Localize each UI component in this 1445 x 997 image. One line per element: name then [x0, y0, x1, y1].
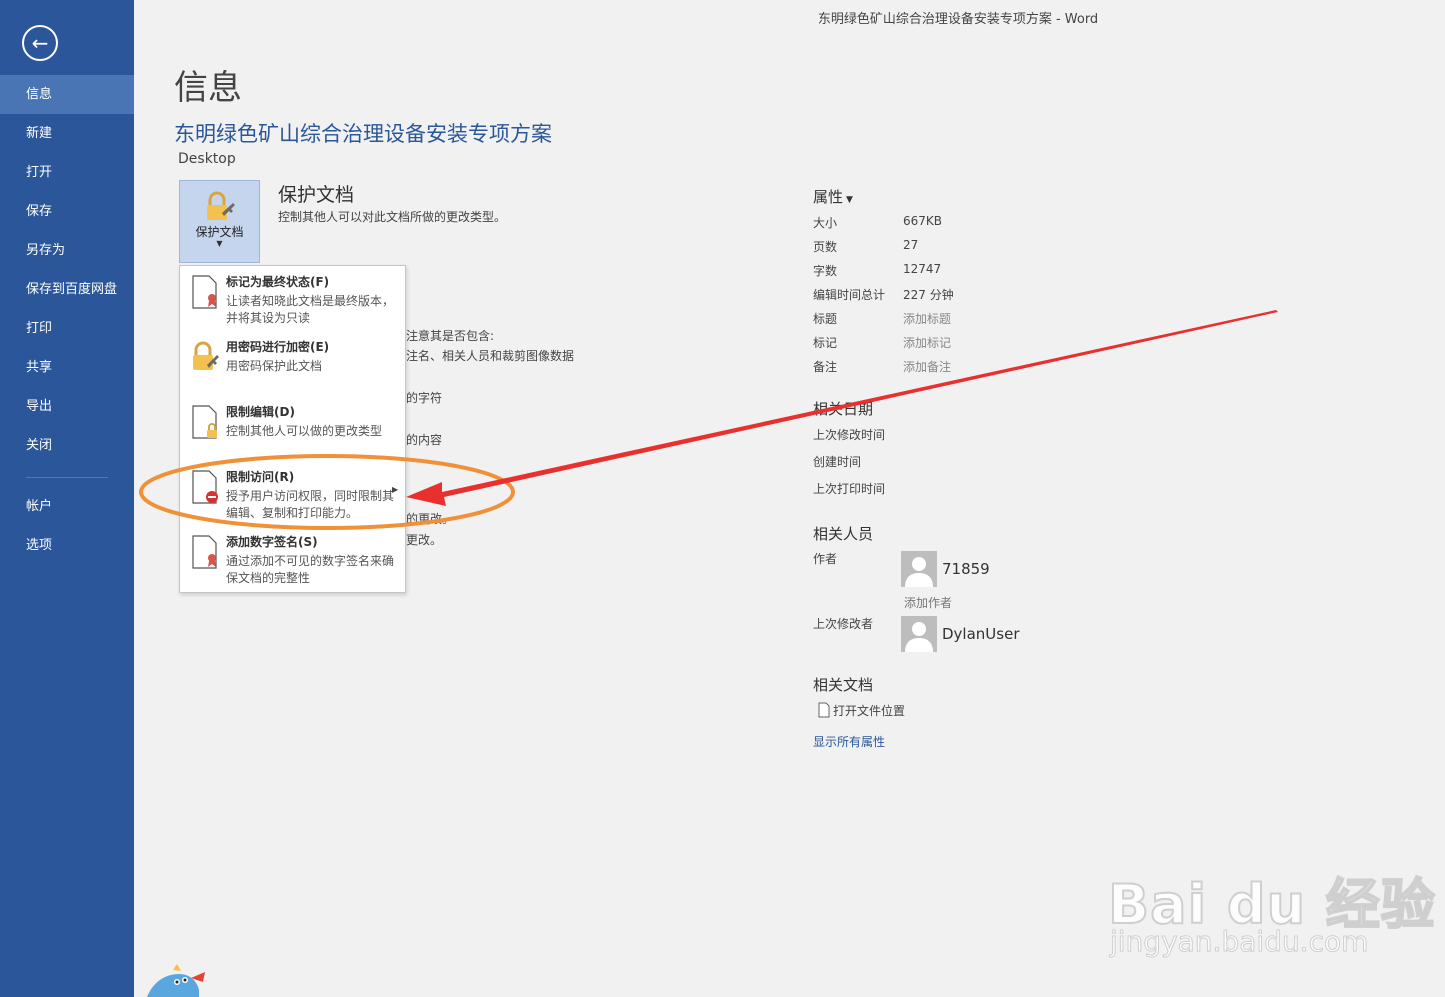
menu-item-mark-final[interactable]: 标记为最终状态(F) 让读者知晓此文档是最终版本，并将其设为只读 — [180, 266, 405, 330]
menu-description: 控制其他人可以做的更改类型 — [226, 424, 383, 438]
prop-value-words: 12747 — [903, 262, 942, 276]
menu-description: 用密码保护此文档 — [226, 359, 323, 373]
prop-value-size: 667KB — [903, 214, 943, 228]
add-author-link[interactable]: 添加作者 — [904, 594, 952, 611]
author-label: 作者 — [813, 552, 838, 566]
inspect-text-2: 注名、相关人员和裁剪图像数据 — [406, 349, 575, 363]
related-dates-header: 相关日期 — [813, 400, 874, 418]
created-label: 创建时间 — [813, 455, 862, 469]
inspect-text-1: 注意其是否包含: — [406, 329, 495, 343]
lock-key-icon — [193, 341, 219, 370]
modifier-name[interactable]: DylanUser — [942, 625, 1019, 643]
prop-comments-field[interactable]: 添加备注 — [903, 358, 951, 375]
menu-title: 标记为最终状态(F) — [226, 275, 330, 289]
doc-restrict-icon — [192, 470, 218, 504]
menu-title: 限制编辑(D) — [226, 405, 295, 419]
nav-item-save-baidu[interactable]: 保存到百度网盘 — [0, 270, 134, 309]
nav-item-options[interactable]: 选项 — [0, 526, 134, 565]
protect-document-menu: 标记为最终状态(F) 让读者知晓此文档是最终版本，并将其设为只读 用密码进行加密… — [179, 265, 406, 593]
author-avatar[interactable] — [901, 551, 937, 587]
sidebar-divider — [26, 477, 108, 478]
submenu-arrow-icon: ▶ — [392, 485, 399, 494]
menu-description: 让读者知晓此文档是最终版本，并将其设为只读 — [226, 294, 395, 325]
menu-item-restrict-access[interactable]: 限制访问(R) 授予用户访问权限，同时限制其编辑、复制和打印能力。 ▶ — [180, 461, 405, 525]
nav-item-export[interactable]: 导出 — [0, 387, 134, 426]
final-doc-icon — [192, 275, 217, 309]
prop-label-comments: 备注 — [813, 360, 838, 374]
nav-item-save[interactable]: 保存 — [0, 192, 134, 231]
prop-value-edit-time: 227 分钟 — [903, 288, 954, 302]
modifier-avatar[interactable] — [901, 616, 937, 652]
inspect-text-6: 更改。 — [406, 533, 443, 547]
open-file-location-label: 打开文件位置 — [833, 704, 906, 718]
protect-document-button[interactable]: 保护文档 ▼ — [179, 180, 260, 263]
nav-item-info[interactable]: 信息 — [0, 75, 134, 114]
doc-signature-icon — [192, 535, 217, 569]
nav-item-close[interactable]: 关闭 — [0, 426, 134, 465]
prop-label-tags: 标记 — [813, 336, 838, 350]
prop-label-title: 标题 — [813, 312, 838, 326]
nav-item-print[interactable]: 打印 — [0, 309, 134, 348]
properties-header[interactable]: 属性 ▼ — [813, 186, 853, 207]
menu-description: 授予用户访问权限，同时限制其编辑、复制和打印能力。 — [226, 489, 395, 520]
inspect-text-3: 的字符 — [406, 391, 443, 405]
person-icon — [905, 622, 933, 652]
author-name[interactable]: 71859 — [942, 560, 990, 578]
menu-item-digital-signature[interactable]: 添加数字签名(S) 通过添加不可见的数字签名来确保文档的完整性 — [180, 526, 405, 590]
last-modified-by-label: 上次修改者 — [813, 617, 874, 631]
show-all-properties-link[interactable]: 显示所有属性 — [813, 733, 885, 750]
menu-title: 添加数字签名(S) — [226, 535, 318, 549]
prop-tags-field[interactable]: 添加标记 — [903, 334, 951, 351]
document-location: Desktop — [178, 151, 236, 167]
open-file-location-link[interactable]: 打开文件位置 — [818, 702, 905, 719]
prop-label-edit-time: 编辑时间总计 — [813, 288, 886, 302]
menu-description: 通过添加不可见的数字签名来确保文档的完整性 — [226, 554, 395, 585]
page-title: 信息 — [174, 68, 242, 108]
inspect-text-4: 的内容 — [406, 433, 443, 447]
prop-value-pages: 27 — [903, 238, 919, 252]
prop-title-field[interactable]: 添加标题 — [903, 310, 951, 327]
prop-label-size: 大小 — [813, 216, 838, 230]
menu-title: 限制访问(R) — [226, 470, 295, 484]
properties-header-label: 属性 — [813, 188, 844, 206]
related-people-header: 相关人员 — [813, 525, 874, 543]
protect-document-label: 保护文档 — [195, 225, 244, 239]
doc-lock-icon — [192, 405, 217, 439]
chevron-down-icon: ▼ — [846, 195, 853, 205]
nav-item-save-as[interactable]: 另存为 — [0, 231, 134, 270]
last-printed-label: 上次打印时间 — [813, 482, 886, 496]
related-documents-header: 相关文档 — [813, 676, 874, 694]
last-modified-label: 上次修改时间 — [813, 428, 886, 442]
inspect-text-5: 的更改。 — [406, 512, 455, 526]
document-icon — [818, 702, 830, 718]
back-arrow-icon[interactable]: ← — [22, 25, 58, 61]
window-title: 东明绿色矿山综合治理设备安装专项方案 - Word — [817, 12, 1099, 27]
nav-item-account[interactable]: 帐户 — [0, 487, 134, 526]
nav-item-new[interactable]: 新建 — [0, 114, 134, 153]
menu-item-encrypt-password[interactable]: 用密码进行加密(E) 用密码保护此文档 — [180, 331, 405, 395]
person-icon — [905, 557, 933, 587]
mascot-bird-icon — [147, 964, 205, 997]
protect-description: 控制其他人可以对此文档所做的更改类型。 — [278, 210, 507, 224]
lock-key-icon — [207, 191, 235, 220]
nav-item-open[interactable]: 打开 — [0, 153, 134, 192]
prop-label-words: 字数 — [813, 264, 838, 278]
chevron-down-icon: ▼ — [216, 239, 223, 248]
prop-label-pages: 页数 — [813, 240, 838, 254]
menu-item-restrict-editing[interactable]: 限制编辑(D) 控制其他人可以做的更改类型 — [180, 396, 405, 460]
baidu-watermark-url: jingyan.baidu.com — [1109, 925, 1369, 959]
menu-title: 用密码进行加密(E) — [226, 340, 330, 354]
document-title: 东明绿色矿山综合治理设备安装专项方案 — [174, 122, 552, 146]
backstage-sidebar: ← 信息 新建 打开 保存 另存为 保存到百度网盘 打印 共享 导出 关闭 帐户… — [0, 0, 134, 997]
nav-item-share[interactable]: 共享 — [0, 348, 134, 387]
protect-heading: 保护文档 — [278, 184, 355, 206]
